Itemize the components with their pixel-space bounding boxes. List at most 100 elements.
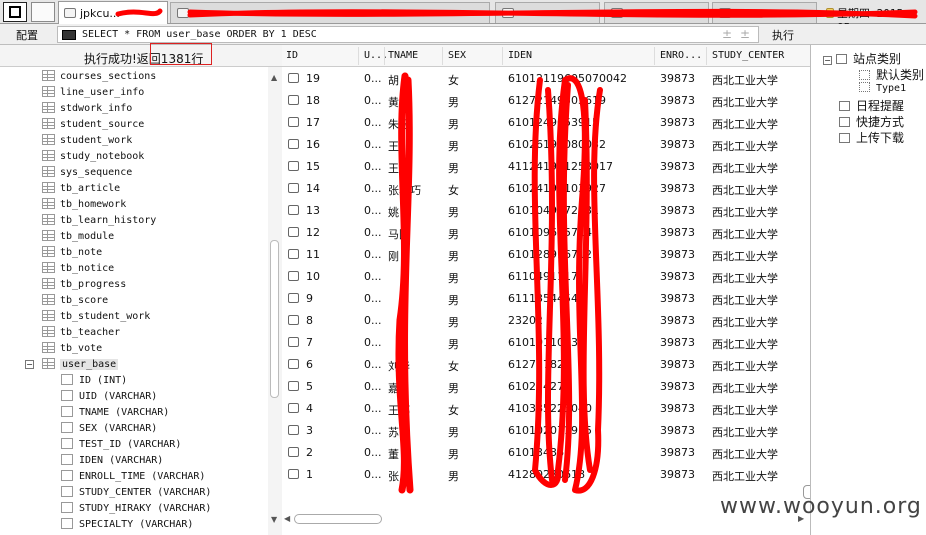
row-checkbox-icon[interactable] bbox=[288, 381, 299, 391]
shortcuts[interactable]: 快捷方式 bbox=[839, 113, 904, 130]
tree-table-item[interactable]: courses_sections bbox=[42, 69, 156, 85]
column-header[interactable]: ENRO... bbox=[660, 50, 702, 61]
execute-button[interactable]: 执行 bbox=[772, 27, 794, 43]
folder-icon[interactable] bbox=[820, 2, 834, 23]
row-checkbox-icon[interactable] bbox=[288, 271, 299, 281]
row-checkbox-icon[interactable] bbox=[288, 73, 299, 83]
header-separator[interactable] bbox=[706, 47, 707, 65]
tree-column-item[interactable]: ENROLL_TIME (VARCHAR) bbox=[61, 469, 205, 485]
row-checkbox-icon[interactable] bbox=[288, 205, 299, 215]
table-row[interactable]: 12 0... 马国 男 610109615714 39873 西北工业大学 bbox=[282, 221, 810, 243]
tab-jpkc[interactable]: jpkcu... bbox=[58, 1, 168, 24]
tree-column-item[interactable]: ID (INT) bbox=[61, 373, 127, 389]
row-checkbox-icon[interactable] bbox=[288, 139, 299, 149]
table-row[interactable]: 5 0... 嘉 男 61022427 39873 西北工业大学 bbox=[282, 375, 810, 397]
default-category[interactable]: 默认类别 bbox=[859, 66, 924, 83]
tree-scroll-thumb[interactable] bbox=[270, 240, 279, 398]
tree-table-item[interactable]: tb_module bbox=[42, 229, 114, 245]
row-checkbox-icon[interactable] bbox=[288, 469, 299, 479]
tree-table-item[interactable]: line_user_info bbox=[42, 85, 144, 101]
tree-table-item[interactable]: tb_learn_history bbox=[42, 213, 156, 229]
table-row[interactable]: 13 0... 姚 男 6101049772131 39873 西北工业大学 bbox=[282, 199, 810, 221]
sql-input[interactable]: SELECT * FROM user_base ORDER BY 1 DESC bbox=[57, 26, 759, 43]
tree-table-item[interactable]: tb_student_work bbox=[42, 309, 150, 325]
tab-fifth[interactable] bbox=[712, 2, 817, 23]
tree-table-item[interactable]: student_work bbox=[42, 133, 132, 149]
table-row[interactable]: 7 0... 男 6101011053 39873 西北工业大学 bbox=[282, 331, 810, 353]
tree-table-item[interactable]: sys_sequence bbox=[42, 165, 132, 181]
tree-column-item[interactable]: UID (VARCHAR) bbox=[61, 389, 157, 405]
table-row[interactable]: 19 0... 胡 女 61012119605070042 39873 西北工业大学 bbox=[282, 67, 810, 89]
row-checkbox-icon[interactable] bbox=[288, 227, 299, 237]
header-separator[interactable] bbox=[358, 47, 359, 65]
collapse-icon[interactable]: − bbox=[823, 56, 832, 65]
table-row[interactable]: 15 0... 王光 男 411241971253017 39873 西北工业大学 bbox=[282, 155, 810, 177]
row-checkbox-icon[interactable] bbox=[288, 425, 299, 435]
table-row[interactable]: 9 0... 男 6111354454 39873 西北工业大学 bbox=[282, 287, 810, 309]
tree-table-item[interactable]: tb_note bbox=[42, 245, 102, 261]
tree-table-item[interactable]: tb_progress bbox=[42, 277, 126, 293]
tree-table-item[interactable]: study_notebook bbox=[42, 149, 144, 165]
table-row[interactable]: 4 0... 王娜 女 410385223040 39873 西北工业大学 bbox=[282, 397, 810, 419]
row-checkbox-icon[interactable] bbox=[288, 403, 299, 413]
config-button[interactable]: 配置 bbox=[16, 27, 38, 43]
puzzle-icon[interactable] bbox=[31, 2, 55, 22]
table-row[interactable]: 14 0... 张巧巧 女 61024198103927 39873 西北工业大学 bbox=[282, 177, 810, 199]
table-row[interactable]: 8 0... 男 23202 39873 西北工业大学 bbox=[282, 309, 810, 331]
site-category[interactable]: − 站点类别 bbox=[823, 50, 901, 67]
tree-column-item[interactable]: TNAME (VARCHAR) bbox=[61, 405, 169, 421]
tree-column-item[interactable]: STUDY_CENTER (VARCHAR) bbox=[61, 485, 211, 501]
schedule-reminder[interactable]: 日程提醒 bbox=[839, 97, 904, 114]
table-row[interactable]: 1 0... 张 男 41280230618 39873 西北工业大学 bbox=[282, 463, 810, 485]
tree-table-item[interactable]: tb_teacher bbox=[42, 325, 120, 341]
table-row[interactable]: 6 0... 刘华 女 612727827 39873 西北工业大学 bbox=[282, 353, 810, 375]
history-up-icon[interactable]: ± bbox=[722, 27, 732, 41]
header-separator[interactable] bbox=[654, 47, 655, 65]
history-down-icon[interactable]: ± bbox=[740, 27, 750, 41]
scroll-left-icon[interactable]: ◀ bbox=[284, 514, 290, 523]
h-scroll-thumb[interactable] bbox=[294, 514, 382, 524]
tree-table-item[interactable]: stdwork_info bbox=[42, 101, 132, 117]
row-checkbox-icon[interactable] bbox=[288, 161, 299, 171]
row-checkbox-icon[interactable] bbox=[288, 183, 299, 193]
tab-fourth[interactable] bbox=[604, 2, 709, 23]
tree-table-item[interactable]: tb_notice bbox=[42, 261, 114, 277]
table-row[interactable]: 18 0... 黄 男 61272149503619 39873 西北工业大学 bbox=[282, 89, 810, 111]
tree-column-item[interactable]: SEX (VARCHAR) bbox=[61, 421, 157, 437]
tree-table-item[interactable]: tb_vote bbox=[42, 341, 102, 357]
row-checkbox-icon[interactable] bbox=[288, 95, 299, 105]
row-checkbox-icon[interactable] bbox=[288, 315, 299, 325]
tab-second[interactable] bbox=[170, 2, 490, 23]
header-separator[interactable] bbox=[502, 47, 503, 65]
table-row[interactable]: 17 0... 朱召 男 6101249653915 39873 西北工业大学 bbox=[282, 111, 810, 133]
column-header[interactable]: STUDY_CENTER bbox=[712, 50, 784, 61]
window-icon[interactable] bbox=[3, 2, 27, 22]
tree-column-item[interactable]: IDEN (VARCHAR) bbox=[61, 453, 163, 469]
row-checkbox-icon[interactable] bbox=[288, 249, 299, 259]
scroll-up-icon[interactable]: ▲ bbox=[271, 73, 277, 82]
tree-table-item[interactable]: student_source bbox=[42, 117, 144, 133]
row-checkbox-icon[interactable] bbox=[288, 447, 299, 457]
column-header[interactable]: TNAME bbox=[388, 50, 418, 61]
row-checkbox-icon[interactable] bbox=[288, 293, 299, 303]
header-separator[interactable] bbox=[442, 47, 443, 65]
table-row[interactable]: 11 0... 刚 男 610128916712 39873 西北工业大学 bbox=[282, 243, 810, 265]
upload-download[interactable]: 上传下载 bbox=[839, 129, 904, 146]
tree-table-item[interactable]: tb_homework bbox=[42, 197, 126, 213]
tree-column-item[interactable]: TEST_ID (VARCHAR) bbox=[61, 437, 181, 453]
column-header[interactable]: IDEN bbox=[508, 50, 532, 61]
column-header[interactable]: ID bbox=[286, 50, 298, 61]
table-row[interactable]: 3 0... 苏平 男 610102071915 39873 西北工业大学 bbox=[282, 419, 810, 441]
table-row[interactable]: 2 0... 董 男 61013436 39873 西北工业大学 bbox=[282, 441, 810, 463]
tree-column-item[interactable]: SPECIALTY (VARCHAR) bbox=[61, 517, 193, 533]
tree-table-selected[interactable]: user_base bbox=[42, 357, 119, 373]
scroll-down-icon[interactable]: ▼ bbox=[271, 515, 277, 524]
tree-column-item[interactable]: STUDY_HIRAKY (VARCHAR) bbox=[61, 501, 211, 517]
tree-table-item[interactable]: tb_score bbox=[42, 293, 108, 309]
column-header[interactable]: SEX bbox=[448, 50, 466, 61]
row-checkbox-icon[interactable] bbox=[288, 117, 299, 127]
collapse-icon[interactable]: − bbox=[25, 360, 34, 369]
row-checkbox-icon[interactable] bbox=[288, 359, 299, 369]
table-row[interactable]: 16 0... 王 男 61026198080032 39873 西北工业大学 bbox=[282, 133, 810, 155]
table-row[interactable]: 10 0... 男 6110491117 39873 西北工业大学 bbox=[282, 265, 810, 287]
